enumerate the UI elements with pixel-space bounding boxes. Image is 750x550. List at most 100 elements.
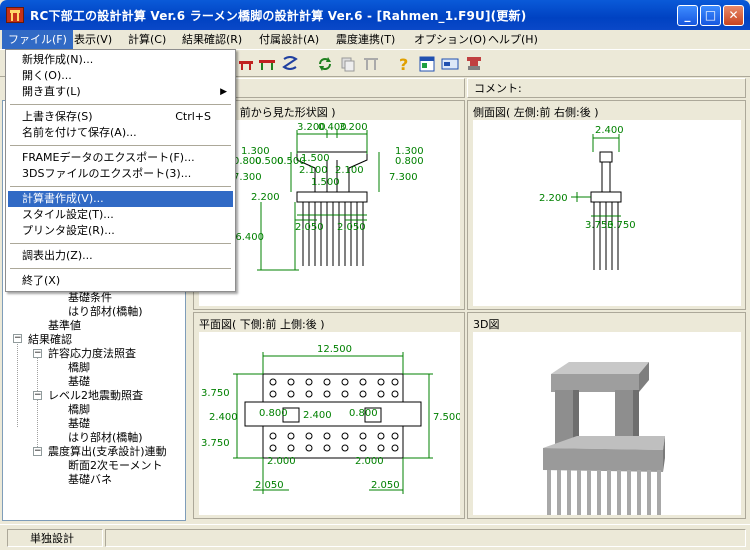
help-icon[interactable]: ?: [395, 55, 413, 73]
menu-separator: [10, 145, 231, 146]
main-area: 名: コメント: 正面図( 前から見た形状図 ): [193, 78, 746, 519]
pier-pile-icon[interactable]: [237, 55, 255, 73]
file-menu-create-report[interactable]: 計算書作成(V)...: [8, 191, 233, 207]
tree-collapse-toggle[interactable]: −: [33, 447, 42, 456]
spring-icon[interactable]: [281, 55, 299, 73]
plan-view-drawing: 12.500 7.500 3.750 2.400 3.750 0.800 0.8…: [201, 344, 462, 494]
plan-dim-pile-b: 2.000: [355, 456, 384, 467]
iso-view-panel[interactable]: 3D図: [467, 312, 746, 519]
side-view-drawing: 2.400 2.200 3.750 3.750: [539, 125, 636, 270]
plan-dim-left-top: 3.750: [201, 388, 230, 399]
plan-dim-edge-b: 2.050: [371, 480, 400, 491]
plan-dim-left-mid: 2.400: [209, 412, 238, 423]
maximize-button[interactable]: □: [700, 5, 721, 26]
menu-attached[interactable]: 付属設計(A): [253, 30, 325, 49]
side-view-canvas[interactable]: 2.400 2.200 3.750 3.750: [473, 120, 741, 306]
front-dim-mid-c: 1.500: [311, 177, 340, 188]
tree-connector: [17, 339, 18, 427]
side-view-panel[interactable]: 側面図( 左側:前 右側:後 ) 2.400 2.200 3.750 3.750: [467, 100, 746, 310]
front-dim-left-h: 7.300: [233, 172, 262, 183]
file-menu-save-as[interactable]: 名前を付けて保存(A)...: [8, 125, 233, 141]
status-bar: 単独設計: [0, 524, 750, 550]
file-menu-export-frame[interactable]: FRAMEデータのエクスポート(F)...: [8, 150, 233, 166]
file-menu-style-settings[interactable]: スタイル設定(T)...: [8, 207, 233, 223]
tree-item-allowable-stress-check[interactable]: 許容応力度法照査: [48, 345, 136, 361]
rahmen-icon[interactable]: [258, 55, 276, 73]
menu-results[interactable]: 結果確認(R): [176, 30, 248, 49]
front-dim-mid-a: 2.100: [299, 165, 328, 176]
comment-label: コメント:: [474, 82, 522, 95]
status-mode: 単独設計: [7, 529, 103, 547]
iso-view-caption: 3D図: [473, 318, 500, 331]
file-menu-reopen[interactable]: 開き直す(L) ▶: [8, 84, 233, 100]
front-dim-mid-b: 2.100: [335, 165, 364, 176]
front-dim-footing: 2.200: [251, 192, 280, 203]
svg-text:?: ?: [399, 55, 408, 73]
plan-dim-col-c: 2.400: [303, 410, 332, 421]
side-dim-footing: 2.200: [539, 193, 568, 204]
front-dim-right-h: 7.300: [389, 172, 418, 183]
tree-item-foundation-spring[interactable]: 基礎バネ: [68, 471, 112, 487]
menu-seismic[interactable]: 震度連携(T): [330, 30, 401, 49]
tree-collapse-toggle[interactable]: −: [13, 334, 22, 343]
menu-separator: [10, 268, 231, 269]
comment-field[interactable]: コメント:: [467, 78, 746, 98]
front-dim-mid-top: 1.500: [301, 153, 330, 164]
file-menu-save-label: 上書き保存(S): [22, 110, 93, 123]
file-menu-save[interactable]: 上書き保存(S) Ctrl+S: [8, 109, 233, 125]
file-menu-save-shortcut: Ctrl+S: [175, 110, 211, 123]
file-menu-exit[interactable]: 終了(X): [8, 273, 233, 289]
file-menu-printer-settings[interactable]: プリンタ設定(R)...: [8, 223, 233, 239]
tree-collapse-toggle[interactable]: −: [33, 349, 42, 358]
title-bar[interactable]: RC下部工の設計計算 Ver.6 ラーメン橋脚の設計計算 Ver.6 - [Ra…: [0, 0, 750, 30]
plan-dim-col-a: 0.800: [259, 408, 288, 419]
card-icon[interactable]: [441, 55, 459, 73]
tree-connector: [37, 355, 38, 453]
front-view-drawing: 3.200 0.400 3.200 1.300 1.300 0.800 0.50…: [229, 122, 424, 271]
status-message: [105, 529, 746, 547]
file-menu-export-3ds[interactable]: 3DSファイルのエクスポート(3)...: [8, 166, 233, 182]
minimize-button[interactable]: _: [677, 5, 698, 26]
front-dim-pile-b: 2.050: [337, 222, 366, 233]
menu-help[interactable]: ヘルプ(H): [482, 30, 544, 49]
file-menu-open[interactable]: 開く(O)...: [8, 68, 233, 84]
front-view-canvas[interactable]: 3.200 0.400 3.200 1.300 1.300 0.800 0.50…: [199, 120, 460, 306]
window-icon[interactable]: [418, 55, 436, 73]
menu-separator: [10, 243, 231, 244]
menu-view[interactable]: 表示(V): [68, 30, 118, 49]
frame-icon[interactable]: [362, 55, 380, 73]
menu-options[interactable]: オプション(O): [408, 30, 492, 49]
menu-calc[interactable]: 計算(C): [122, 30, 172, 49]
refresh-icon[interactable]: [316, 55, 334, 73]
plan-dim-width: 12.500: [317, 344, 352, 355]
menu-separator: [10, 104, 231, 105]
copy-icon[interactable]: [339, 55, 357, 73]
file-menu-table-output[interactable]: 調表出力(Z)...: [8, 248, 233, 264]
side-dim-top: 2.400: [595, 125, 624, 136]
file-menu-new[interactable]: 新規作成(N)...: [8, 52, 233, 68]
plan-dim-pile-a: 2.000: [267, 456, 296, 467]
plan-dim-left-bot: 3.750: [201, 438, 230, 449]
front-dim-right-2: 0.800: [395, 156, 424, 167]
file-menu-reopen-label: 開き直す(L): [22, 85, 81, 98]
plan-view-caption: 平面図( 下側:前 上側:後 ): [199, 318, 325, 331]
tree-item-level2-check[interactable]: レベル2地震動照査: [48, 387, 143, 403]
plan-dim-edge-a: 2.050: [255, 480, 284, 491]
front-dim-pile-a: 2.050: [295, 222, 324, 233]
pier-3d-icon[interactable]: [465, 55, 483, 73]
plan-view-canvas[interactable]: 12.500 7.500 3.750 2.400 3.750 0.800 0.8…: [199, 332, 462, 515]
file-menu-dropdown[interactable]: 新規作成(N)... 開く(O)... 開き直す(L) ▶ 上書き保存(S) Ctr…: [5, 49, 236, 292]
submenu-arrow-icon: ▶: [220, 87, 227, 97]
close-button[interactable]: ✕: [723, 5, 744, 26]
menu-file[interactable]: ファイル(F): [2, 30, 73, 49]
side-view-caption: 側面図( 左側:前 右側:後 ): [473, 106, 599, 119]
app-icon[interactable]: [6, 7, 24, 23]
plan-view-panel[interactable]: 平面図( 下側:前 上側:後 ) 12.500 7.500 3.750 2.40…: [193, 312, 465, 519]
tree-collapse-toggle[interactable]: −: [33, 391, 42, 400]
menu-bar: ファイル(F) 表示(V) 計算(C) 結果確認(R) 付属設計(A) 震度連携…: [0, 30, 750, 49]
iso-view-canvas[interactable]: [473, 332, 741, 515]
iso-3d-model: [543, 362, 665, 515]
plan-dim-depth: 7.500: [433, 412, 460, 423]
side-dim-pile-b: 3.750: [607, 220, 636, 231]
plan-dim-col-b: 0.800: [349, 408, 378, 419]
